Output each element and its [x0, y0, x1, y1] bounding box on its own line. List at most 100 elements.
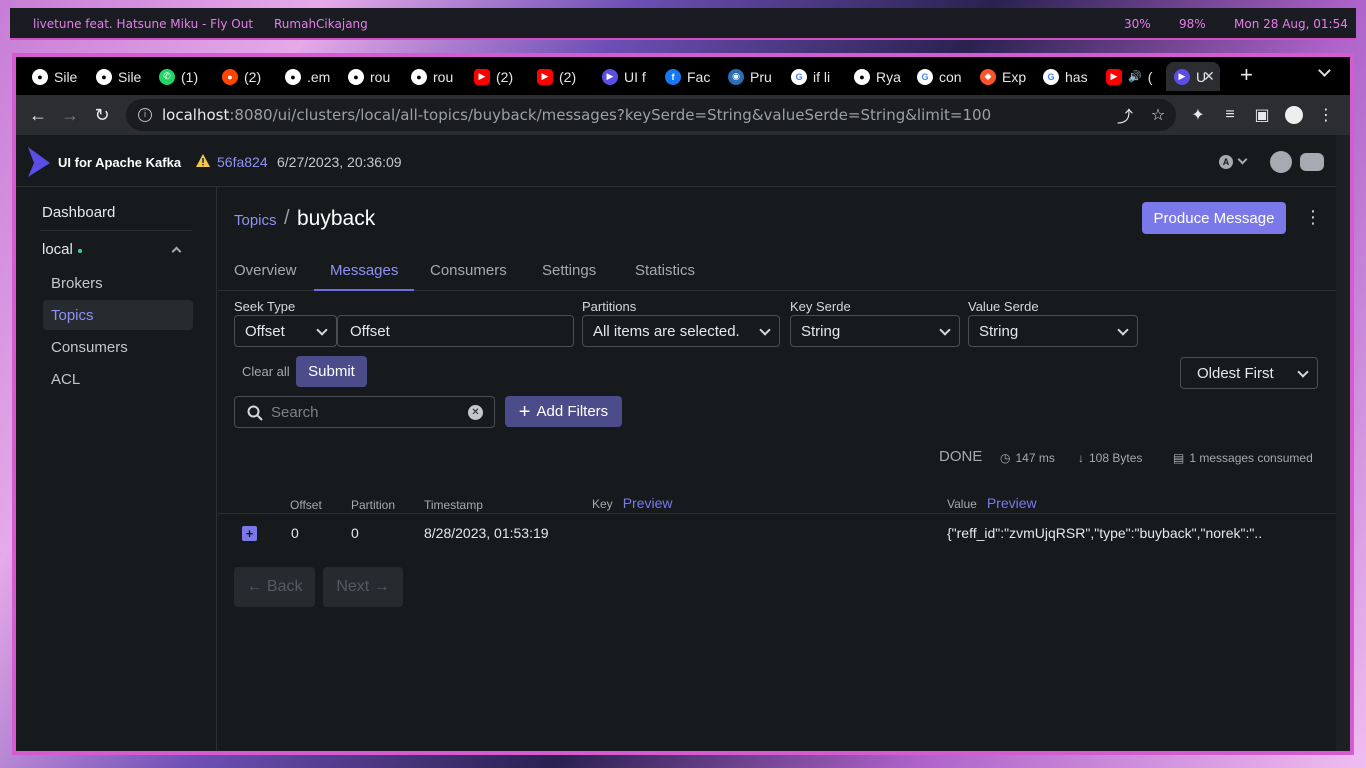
search-icon	[247, 405, 263, 421]
discord-icon[interactable]	[1300, 153, 1324, 171]
browser-tab-6[interactable]: ● rou	[348, 62, 400, 91]
github-icon: ●	[348, 68, 364, 85]
kafka-ui-logo-icon[interactable]	[26, 147, 50, 177]
browser-tab-2[interactable]: ● Sile	[96, 62, 148, 91]
browser-tab-12[interactable]: ◉ Pru	[728, 62, 780, 91]
col-timestamp: Timestamp	[424, 498, 483, 512]
version-link[interactable]: 56fa824	[217, 154, 268, 170]
google-icon: G	[791, 68, 807, 85]
profile-icon[interactable]	[1282, 103, 1306, 127]
offset-input[interactable]: Offset	[337, 315, 574, 347]
bookmark-star-icon[interactable]: ☆	[1146, 103, 1170, 127]
close-tab-icon[interactable]: ✕	[1203, 68, 1215, 85]
site-info-icon[interactable]: i	[138, 108, 152, 122]
whatsapp-icon: ✆	[159, 68, 175, 85]
value-serde-select[interactable]: String	[968, 315, 1138, 347]
clock-icon: ◷	[1000, 451, 1011, 465]
key-serde-select[interactable]: String	[790, 315, 960, 347]
expand-row-icon[interactable]: +	[242, 526, 257, 541]
cell-value[interactable]: {"reff_id":"zvmUjqRSR","type":"buyback",…	[947, 525, 1262, 541]
table-header-divider	[218, 513, 1336, 514]
page-scrollbar[interactable]	[1336, 135, 1350, 751]
key-preview-link[interactable]: Preview	[623, 495, 673, 511]
tab-settings[interactable]: Settings	[542, 262, 596, 279]
browser-toolbar: ← → ↻ i localhost:8080/ui/clusters/local…	[16, 95, 1350, 135]
youtube-icon: ▶	[474, 68, 490, 85]
partitions-select[interactable]: All items are selected.	[582, 315, 780, 347]
tab-search-icon[interactable]	[1318, 64, 1331, 77]
sidebar-item-brokers[interactable]: Brokers	[43, 268, 193, 298]
github-icon[interactable]	[1270, 151, 1292, 173]
topic-tabs: Overview Messages Consumers Settings Sta…	[218, 253, 1336, 291]
media-queue-icon[interactable]: ≡	[1218, 103, 1242, 127]
new-tab-icon[interactable]: +	[1240, 62, 1253, 88]
github-icon: ●	[854, 68, 870, 85]
browser-tab-13[interactable]: Gif li	[791, 62, 843, 91]
kafka-ui-icon: ▶	[602, 68, 618, 85]
back-icon[interactable]: ←	[26, 103, 50, 127]
sidebar-item-topics[interactable]: Topics	[43, 300, 193, 330]
sidebar-cluster-local[interactable]: local	[42, 241, 73, 258]
submit-button[interactable]: Submit	[296, 356, 367, 387]
produce-message-button[interactable]: Produce Message	[1142, 202, 1286, 234]
side-panel-icon[interactable]: ▣	[1250, 103, 1274, 127]
value-preview-link[interactable]: Preview	[987, 495, 1037, 511]
clock[interactable]: Mon 28 Aug, 01:54	[1234, 17, 1348, 31]
active-tab-indicator	[314, 289, 414, 291]
chevron-down-icon	[316, 324, 328, 336]
tab-messages[interactable]: Messages	[330, 262, 398, 279]
browser-tab-11[interactable]: f Fac	[665, 62, 717, 91]
share-icon[interactable]: ⤴	[1113, 103, 1137, 127]
cluster-online-dot	[78, 249, 82, 253]
browser-tab-1[interactable]: ● Sile	[32, 62, 84, 91]
network-name[interactable]: RumahCikajang	[274, 17, 368, 31]
main-content: Topics / buyback Produce Message ⋮ Overv…	[218, 187, 1336, 751]
app-brand[interactable]: UI for Apache Kafka	[58, 155, 181, 170]
extensions-icon[interactable]: ✦	[1186, 103, 1210, 127]
warning-icon	[196, 154, 210, 167]
browser-tab-5[interactable]: ● .em	[285, 62, 337, 91]
tab-overview[interactable]: Overview	[234, 262, 297, 279]
browser-tab-7[interactable]: ● rou	[411, 62, 463, 91]
google-icon: G	[917, 68, 933, 85]
theme-icon[interactable]: A	[1219, 155, 1233, 169]
github-icon: ●	[285, 68, 301, 85]
search-input[interactable]: Search ✕	[234, 396, 495, 428]
browser-tab-16[interactable]: ◆ Exp	[980, 62, 1032, 91]
more-options-icon[interactable]: ⋮	[1304, 207, 1322, 228]
seek-type-select[interactable]: Offset	[234, 315, 337, 347]
now-playing[interactable]: livetune feat. Hatsune Miku - Fly Out	[33, 17, 253, 31]
theme-chevron-down-icon[interactable]	[1237, 154, 1248, 165]
reload-icon[interactable]: ↻	[90, 103, 114, 127]
browser-tab-14[interactable]: ● Rya	[854, 62, 906, 91]
add-filters-button[interactable]: + Add Filters	[505, 396, 622, 427]
tab-consumers[interactable]: Consumers	[430, 262, 507, 279]
status-done: DONE	[939, 448, 983, 465]
sidebar-item-consumers[interactable]: Consumers	[43, 332, 193, 362]
clear-search-icon[interactable]: ✕	[468, 405, 483, 420]
app-header: UI for Apache Kafka 56fa824 6/27/2023, 2…	[16, 135, 1336, 187]
breadcrumb-topics[interactable]: Topics	[234, 212, 277, 229]
browser-tab-18[interactable]: ▶ 🔊(	[1106, 62, 1158, 91]
back-button[interactable]: ← Back	[234, 567, 315, 607]
browser-tab-15[interactable]: Gcon	[917, 62, 969, 91]
browser-tab-10[interactable]: ▶ UI f	[602, 62, 654, 91]
browser-menu-icon[interactable]: ⋮	[1314, 103, 1338, 127]
chevron-up-icon[interactable]	[171, 246, 182, 257]
browser-tab-3[interactable]: ✆ (1)	[159, 62, 211, 91]
tab-statistics[interactable]: Statistics	[635, 262, 695, 279]
forward-icon[interactable]: →	[58, 103, 82, 127]
sidebar-item-dashboard[interactable]: Dashboard	[42, 204, 115, 221]
github-icon: ●	[32, 68, 48, 85]
sort-order-select[interactable]: Oldest First	[1180, 357, 1318, 389]
kafka-ui-app: UI for Apache Kafka 56fa824 6/27/2023, 2…	[16, 135, 1350, 751]
sidebar-item-acl[interactable]: ACL	[43, 364, 193, 394]
next-button[interactable]: Next →	[323, 567, 403, 607]
youtube-icon: ▶	[1106, 68, 1122, 85]
browser-tab-4[interactable]: ● (2)	[222, 62, 274, 91]
browser-tab-17[interactable]: Ghas	[1043, 62, 1095, 91]
browser-tab-9[interactable]: ▶ (2)	[537, 62, 589, 91]
clear-all-button[interactable]: Clear all	[242, 364, 290, 379]
browser-tab-8[interactable]: ▶ (2)	[474, 62, 526, 91]
address-bar[interactable]: i localhost:8080/ui/clusters/local/all-t…	[126, 99, 1176, 131]
